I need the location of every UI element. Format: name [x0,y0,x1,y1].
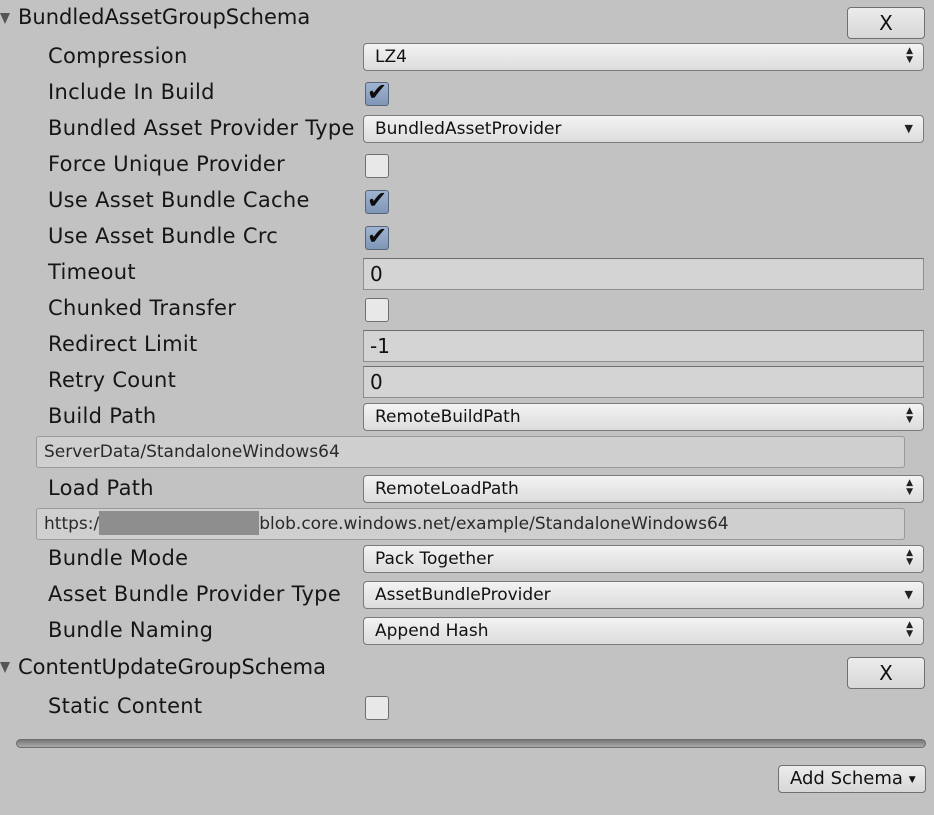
use-crc-label: Use Asset Bundle Crc [48,224,279,248]
bundled-schema-title: BundledAssetGroupSchema [18,5,311,29]
retry-field[interactable]: 0 [363,366,924,398]
provider-type-value: BundledAssetProvider [375,119,562,139]
compression-label: Compression [48,44,188,68]
load-path-popup[interactable]: RemoteLoadPath ▲ ▼ [363,475,924,503]
remove-bundled-schema-button[interactable]: X [847,7,925,39]
remove-content-schema-button[interactable]: X [847,657,925,689]
redacted-block [99,510,260,535]
use-cache-checkbox[interactable]: ✔ [365,186,389,214]
bundle-provider-value: AssetBundleProvider [375,585,551,605]
load-path-resolved: https:/ blob.core.windows.net/example/Sta… [36,508,905,540]
updown-arrow-icon: ▲ ▼ [906,406,913,425]
retry-label: Retry Count [48,368,177,392]
horizontal-scrollbar[interactable] [16,739,926,748]
compression-popup[interactable]: LZ4 ▲ ▼ [363,43,924,71]
checkmark-icon: ✔ [367,222,388,250]
add-schema-button[interactable]: Add Schema ▼ [778,765,926,793]
bundle-provider-label: Asset Bundle Provider Type [48,582,342,606]
include-in-build-label: Include In Build [48,80,215,104]
static-content-checkbox[interactable] [365,696,389,720]
bundle-naming-label: Bundle Naming [48,618,214,642]
updown-arrow-icon: ▲ ▼ [906,548,913,567]
down-arrow-icon: ▼ [908,775,916,785]
checkmark-icon: ✔ [367,78,388,106]
bundle-provider-dropdown[interactable]: AssetBundleProvider ▼ [363,581,924,609]
content-schema-title: ContentUpdateGroupSchema [18,655,326,679]
use-cache-label: Use Asset Bundle Cache [48,188,310,212]
down-arrow-icon: ▼ [904,122,913,135]
bundle-mode-label: Bundle Mode [48,546,189,570]
checkmark-icon: ✔ [367,186,388,214]
build-path-label: Build Path [48,404,157,428]
force-unique-label: Force Unique Provider [48,152,286,176]
updown-arrow-icon: ▲ ▼ [906,46,913,65]
bundle-naming-value: Append Hash [375,621,489,641]
build-path-resolved: ServerData/StandaloneWindows64 [36,436,905,468]
timeout-label: Timeout [48,260,136,284]
foldout-triangle-icon[interactable] [0,662,10,673]
compression-value: LZ4 [375,47,407,67]
redirect-field[interactable]: -1 [363,330,924,362]
foldout-triangle-icon[interactable] [0,13,10,24]
use-crc-checkbox[interactable]: ✔ [365,222,389,250]
provider-type-dropdown[interactable]: BundledAssetProvider ▼ [363,115,924,143]
provider-type-label: Bundled Asset Provider Type [48,116,355,140]
build-path-popup[interactable]: RemoteBuildPath ▲ ▼ [363,403,924,431]
updown-arrow-icon: ▲ ▼ [906,620,913,639]
add-schema-label: Add Schema [790,768,903,789]
updown-arrow-icon: ▲ ▼ [906,478,913,497]
timeout-field[interactable]: 0 [363,258,924,290]
bundle-naming-popup[interactable]: Append Hash ▲ ▼ [363,617,924,645]
include-in-build-checkbox[interactable]: ✔ [365,78,389,106]
down-arrow-icon: ▼ [904,588,913,601]
chunked-checkbox[interactable] [365,298,389,322]
load-path-label: Load Path [48,476,154,500]
bundle-mode-popup[interactable]: Pack Together ▲ ▼ [363,545,924,573]
load-path-value: RemoteLoadPath [375,479,519,499]
static-content-label: Static Content [48,694,203,718]
build-path-value: RemoteBuildPath [375,407,521,427]
chunked-label: Chunked Transfer [48,296,237,320]
force-unique-checkbox[interactable] [365,154,389,178]
redirect-label: Redirect Limit [48,332,198,356]
load-path-suffix: blob.core.windows.net/example/Standalone… [259,514,729,534]
load-path-prefix: https:/ [44,514,100,534]
bundle-mode-value: Pack Together [375,549,494,569]
